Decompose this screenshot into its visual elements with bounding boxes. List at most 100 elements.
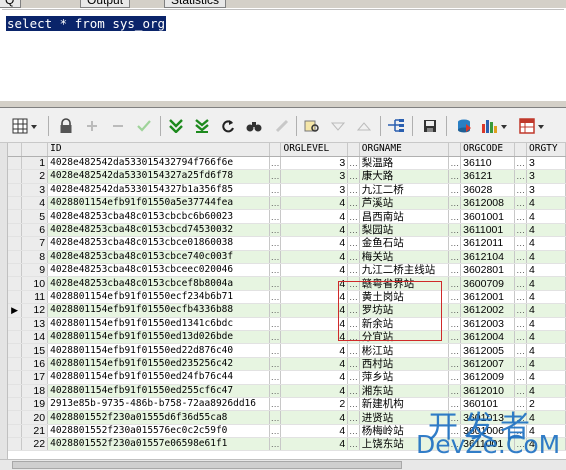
row-number[interactable]: 7	[21, 236, 49, 251]
cell-ellipsis[interactable]: …	[269, 410, 282, 425]
cell-id[interactable]: 4028801154efb91f01550a5e37744fea	[47, 196, 270, 211]
cell-ellipsis[interactable]: …	[514, 263, 527, 278]
cell-ellipsis[interactable]: …	[347, 424, 360, 439]
table-row[interactable]: 15 4028801154efb91f01550ed22d876c40… 4… 彬江站…	[8, 343, 566, 358]
row-indicator[interactable]	[8, 276, 23, 291]
refresh-icon[interactable]	[218, 116, 238, 136]
cell-orgname[interactable]: 赣粤省界站	[359, 276, 450, 291]
horizontal-scrollbar[interactable]	[0, 459, 566, 470]
row-number[interactable]: 4	[21, 196, 49, 211]
cell-ellipsis[interactable]: …	[448, 384, 462, 398]
cell-ellipsis[interactable]: …	[514, 330, 527, 345]
cell-ellipsis[interactable]: …	[269, 209, 282, 224]
next-page-icon[interactable]	[166, 116, 186, 136]
clear-icon[interactable]	[272, 116, 292, 136]
table-row[interactable]: 2 4028e482542da5330154327a25fd6f78… 3… 康大路……	[8, 169, 566, 184]
cell-orgcode[interactable]: 3612008	[460, 196, 516, 211]
cell-orgty[interactable]: 4	[526, 330, 566, 345]
cell-orglevel[interactable]: 4	[280, 343, 349, 358]
cell-id[interactable]: 2913e85b-9735-486b-b758-72aa8926dd16	[47, 397, 270, 412]
table-row[interactable]: 16 4028801154efb91f01550ed235256c42… 4… 西村站…	[8, 357, 566, 372]
cell-ellipsis[interactable]: …	[448, 303, 462, 318]
cell-orgname[interactable]: 金鱼石站	[359, 236, 450, 251]
cell-ellipsis[interactable]: …	[347, 357, 360, 372]
row-number[interactable]: 21	[21, 424, 49, 439]
row-number[interactable]: 9	[21, 263, 49, 278]
chart-icon[interactable]	[480, 116, 510, 136]
cell-orgname[interactable]: 芦溪站	[359, 196, 450, 211]
cell-orgname[interactable]: 九江二桥	[359, 183, 450, 198]
row-indicator[interactable]	[8, 236, 23, 251]
cell-ellipsis[interactable]: …	[347, 303, 360, 318]
row-number[interactable]: 2	[21, 169, 49, 184]
add-row-icon[interactable]	[82, 116, 102, 136]
cell-orgname[interactable]: 新余站	[359, 317, 450, 331]
row-indicator[interactable]	[8, 290, 23, 305]
row-number[interactable]: 5	[21, 209, 49, 224]
row-number[interactable]: 10	[21, 276, 49, 291]
cell-id[interactable]: 4028e48253cba48c0153cbcef8b8004a	[47, 276, 270, 291]
cell-orgty[interactable]: 3	[526, 183, 566, 198]
tab-query[interactable]: Q	[0, 0, 22, 8]
cell-ellipsis[interactable]: …	[347, 223, 360, 238]
delete-row-icon[interactable]	[108, 116, 128, 136]
cell-id[interactable]: 4028801154efb91f01550ecfb4336b88	[47, 303, 270, 318]
cell-orgname[interactable]: 萍乡站	[359, 370, 450, 385]
cell-orgname[interactable]: 梨温路	[359, 156, 450, 171]
cell-orgcode[interactable]: 3612104	[460, 250, 516, 265]
cell-id[interactable]: 4028e48253cba48c0153cbce740c003f	[47, 250, 270, 265]
cell-ellipsis[interactable]: …	[347, 250, 360, 265]
cell-ellipsis[interactable]: …	[448, 330, 462, 345]
cell-ellipsis[interactable]: …	[347, 156, 360, 171]
cell-ellipsis[interactable]: …	[347, 384, 360, 398]
cell-orglevel[interactable]: 4	[280, 330, 349, 345]
cell-orgname[interactable]: 黄土岗站	[359, 290, 450, 305]
tab-output[interactable]: Output	[80, 0, 131, 8]
cell-ellipsis[interactable]: …	[448, 183, 462, 198]
cell-id[interactable]: 4028801552f230a01555d6f36d55ca8	[47, 410, 270, 425]
cell-ellipsis[interactable]: …	[514, 370, 527, 385]
cell-orglevel[interactable]: 4	[280, 290, 349, 305]
cell-ellipsis[interactable]: …	[269, 236, 282, 251]
row-number[interactable]: 16	[21, 357, 49, 372]
cell-id[interactable]: 4028e48253cba48c0153cbcd74530032	[47, 223, 270, 238]
cell-ellipsis[interactable]: …	[269, 303, 282, 318]
cell-orgname[interactable]: 昌西南站	[359, 209, 450, 224]
row-number[interactable]: 17	[21, 370, 49, 385]
cell-orglevel[interactable]: 4	[280, 236, 349, 251]
cell-ellipsis[interactable]: …	[347, 290, 360, 305]
cell-id[interactable]: 4028801154efb91f01550ed24fb76c44	[47, 370, 270, 385]
col-header-id[interactable]: ID	[47, 143, 270, 157]
cell-id[interactable]: 4028e482542da5330154327b1a356f85	[47, 183, 270, 198]
cell-ellipsis[interactable]: …	[269, 397, 282, 412]
row-indicator[interactable]	[8, 183, 23, 198]
cell-orgcode[interactable]: 3612011	[460, 236, 516, 251]
cell-orglevel[interactable]: 4	[280, 303, 349, 318]
cell-ellipsis[interactable]: …	[514, 343, 527, 358]
cell-ellipsis[interactable]: …	[514, 384, 527, 398]
cell-orgname[interactable]: 分宜站	[359, 330, 450, 345]
row-number[interactable]: 1	[21, 156, 49, 171]
cell-ellipsis[interactable]: …	[347, 370, 360, 385]
cell-orglevel[interactable]: 4	[280, 317, 349, 331]
cell-ellipsis[interactable]: …	[514, 290, 527, 305]
cell-orgty[interactable]: 4	[526, 209, 566, 224]
cell-ellipsis[interactable]: …	[448, 236, 462, 251]
cell-ellipsis[interactable]: …	[269, 424, 282, 439]
cell-ellipsis[interactable]: …	[269, 437, 282, 452]
cell-ellipsis[interactable]: …	[514, 317, 527, 331]
cell-orgty[interactable]: 4	[526, 343, 566, 358]
cell-orglevel[interactable]: 4	[280, 370, 349, 385]
col-header-orglevel[interactable]: ORGLEVEL	[280, 143, 349, 157]
cell-ellipsis[interactable]: …	[347, 183, 360, 198]
table-row[interactable]: 11 4028801154efb91f01550ecf234b6b71… 4… 黄土岗…	[8, 290, 566, 305]
cell-orglevel[interactable]: 2	[280, 397, 349, 412]
cell-orglevel[interactable]: 4	[280, 357, 349, 372]
cell-id[interactable]: 4028801154efb91f01550ed22d876c40	[47, 343, 270, 358]
cell-ellipsis[interactable]: …	[514, 183, 527, 198]
row-number[interactable]: 14	[21, 330, 49, 345]
cell-orgty[interactable]: 4	[526, 370, 566, 385]
cell-ellipsis[interactable]: …	[448, 370, 462, 385]
sort-desc-icon[interactable]	[354, 116, 374, 136]
cell-id[interactable]: 4028801154efb91f01550ed13d026bde	[47, 330, 270, 345]
